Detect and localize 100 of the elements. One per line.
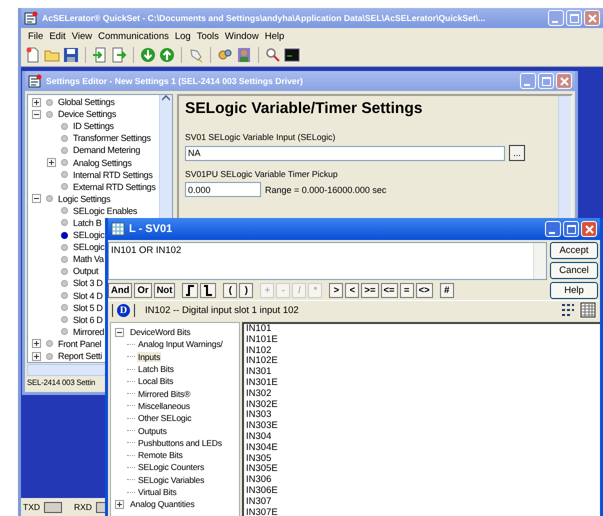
magnifier-icon[interactable] <box>265 47 281 63</box>
collapse-icon[interactable] <box>32 110 41 119</box>
operator-button[interactable]: > <box>329 282 344 298</box>
menu-item[interactable]: Tools <box>194 30 222 42</box>
list-item[interactable]: IN303 <box>246 410 598 422</box>
expand-icon[interactable] <box>115 500 124 509</box>
person-icon[interactable] <box>236 47 252 63</box>
tree-item[interactable]: Math Va <box>73 254 104 264</box>
operator-button[interactable]: <= <box>380 282 398 298</box>
help-button[interactable]: Help <box>550 282 598 299</box>
accept-button[interactable]: Accept <box>550 242 598 259</box>
tree-item[interactable]: Demand Metering <box>73 145 140 156</box>
list-item[interactable]: IN304E <box>246 442 598 454</box>
menu-item[interactable]: Help <box>262 30 288 42</box>
tree-item[interactable]: Remote Bits <box>137 450 184 460</box>
tree-item[interactable]: Report Setti <box>58 351 102 362</box>
tree-item[interactable]: Slot 3 D <box>73 278 103 288</box>
collapse-icon[interactable] <box>115 328 124 337</box>
pin-icon[interactable] <box>188 47 204 63</box>
tree-item[interactable]: Slot 6 D <box>73 314 103 325</box>
terminal-icon[interactable] <box>284 47 300 63</box>
list-item[interactable]: IN306 <box>246 475 598 486</box>
list-item[interactable]: IN101E <box>246 334 598 346</box>
falling-edge-button[interactable] <box>200 282 216 298</box>
operator-button[interactable]: = <box>400 282 414 298</box>
expand-icon[interactable] <box>47 158 56 168</box>
save-icon[interactable] <box>63 47 79 63</box>
grid-view-icon[interactable] <box>580 302 596 318</box>
tree-item[interactable]: Inputs <box>137 352 162 362</box>
expand-icon[interactable] <box>32 339 41 348</box>
list-item[interactable]: IN305E <box>246 464 598 476</box>
rising-edge-button[interactable] <box>182 282 198 298</box>
import-icon[interactable] <box>92 47 108 63</box>
list-item[interactable]: IN305 <box>246 454 598 464</box>
tree-item[interactable]: Output <box>73 266 98 276</box>
list-item[interactable]: IN302E <box>246 400 598 410</box>
menu-item[interactable]: Communications <box>95 30 172 42</box>
tree-item[interactable]: SELogic Variables <box>137 474 206 485</box>
tree-item[interactable]: External RTD Settings <box>73 182 156 192</box>
operator-button[interactable]: And <box>108 282 132 298</box>
tree-item[interactable]: ID Settings <box>73 121 114 132</box>
tree-item[interactable]: Outputs <box>137 426 168 436</box>
scroll-up-icon[interactable] <box>162 95 170 101</box>
tree-item[interactable]: SELogic <box>73 230 104 240</box>
list-view-icon[interactable] <box>560 302 576 318</box>
operator-button[interactable]: ( <box>223 282 238 298</box>
close-button[interactable] <box>556 73 572 89</box>
export-icon[interactable] <box>111 47 127 63</box>
collapse-icon[interactable] <box>32 194 41 204</box>
tree-item[interactable]: SELogic <box>73 242 104 252</box>
tree-item[interactable]: Mirrored Bits® <box>137 388 192 399</box>
menu-item[interactable]: Window <box>222 30 262 42</box>
tree-item[interactable]: Transformer Settings <box>73 133 151 144</box>
tree-item[interactable]: Other SELogic <box>137 413 192 424</box>
list-item[interactable]: IN301E <box>246 378 598 389</box>
menu-item[interactable]: View <box>68 30 96 42</box>
maximize-button[interactable] <box>563 221 579 237</box>
expression-field[interactable]: IN101 OR IN102 <box>108 242 547 280</box>
list-item[interactable]: IN301 <box>246 367 598 378</box>
menu-item[interactable]: Edit <box>46 30 69 42</box>
operator-button[interactable]: <> <box>416 282 433 298</box>
close-button[interactable] <box>581 221 597 237</box>
tree-item[interactable]: Latch Bits <box>137 364 175 374</box>
text-field[interactable]: NA <box>185 146 505 160</box>
expand-icon[interactable] <box>32 98 41 107</box>
tree-item[interactable]: DeviceWord Bits <box>129 327 192 338</box>
tree-item[interactable]: Device Settings <box>58 109 116 120</box>
tree-item[interactable]: Logic Settings <box>58 194 110 204</box>
expand-icon[interactable] <box>32 352 41 361</box>
tree-item[interactable]: Analog Input Warnings/ <box>137 339 224 350</box>
upload-icon[interactable] <box>159 47 175 63</box>
operator-button[interactable]: >= <box>361 282 378 298</box>
tree-item[interactable]: SELogic Enables <box>73 206 138 216</box>
operator-button[interactable]: # <box>440 282 454 298</box>
download-icon[interactable] <box>140 47 156 63</box>
tree-item[interactable]: Latch B <box>73 218 102 228</box>
new-document-icon[interactable] <box>25 47 41 63</box>
tree-item[interactable]: Local Bits <box>137 376 174 386</box>
list-item[interactable]: IN302 <box>246 388 598 400</box>
operator-button[interactable]: < <box>345 282 360 298</box>
list-item[interactable]: IN307 <box>246 496 598 508</box>
tree-item[interactable]: Slot 5 D <box>73 302 103 313</box>
tree-item[interactable]: Analog Quantities <box>129 499 196 510</box>
menu-item[interactable]: File <box>25 30 46 42</box>
list-item[interactable]: IN306E <box>246 486 598 497</box>
tree-item[interactable]: Pushbuttons and LEDs <box>137 438 223 448</box>
operator-button[interactable]: ) <box>239 282 254 298</box>
list-item[interactable]: IN102 <box>246 346 598 356</box>
scrollbar[interactable] <box>533 243 546 279</box>
minimize-button[interactable] <box>545 221 561 237</box>
tree-item[interactable]: Global Settings <box>58 97 115 108</box>
operator-button[interactable]: Not <box>154 282 176 298</box>
list-item[interactable]: IN304 <box>246 432 598 443</box>
list-item[interactable]: IN101 <box>246 324 598 335</box>
list-item[interactable]: IN303E <box>246 421 598 432</box>
tree-item[interactable]: SELogic Counters <box>137 462 206 472</box>
tree-item[interactable]: Internal RTD Settings <box>73 170 153 180</box>
operator-button[interactable]: Or <box>134 282 152 298</box>
number-field[interactable]: 0.000 <box>185 182 261 197</box>
tree-item[interactable]: Slot 4 D <box>73 290 103 301</box>
